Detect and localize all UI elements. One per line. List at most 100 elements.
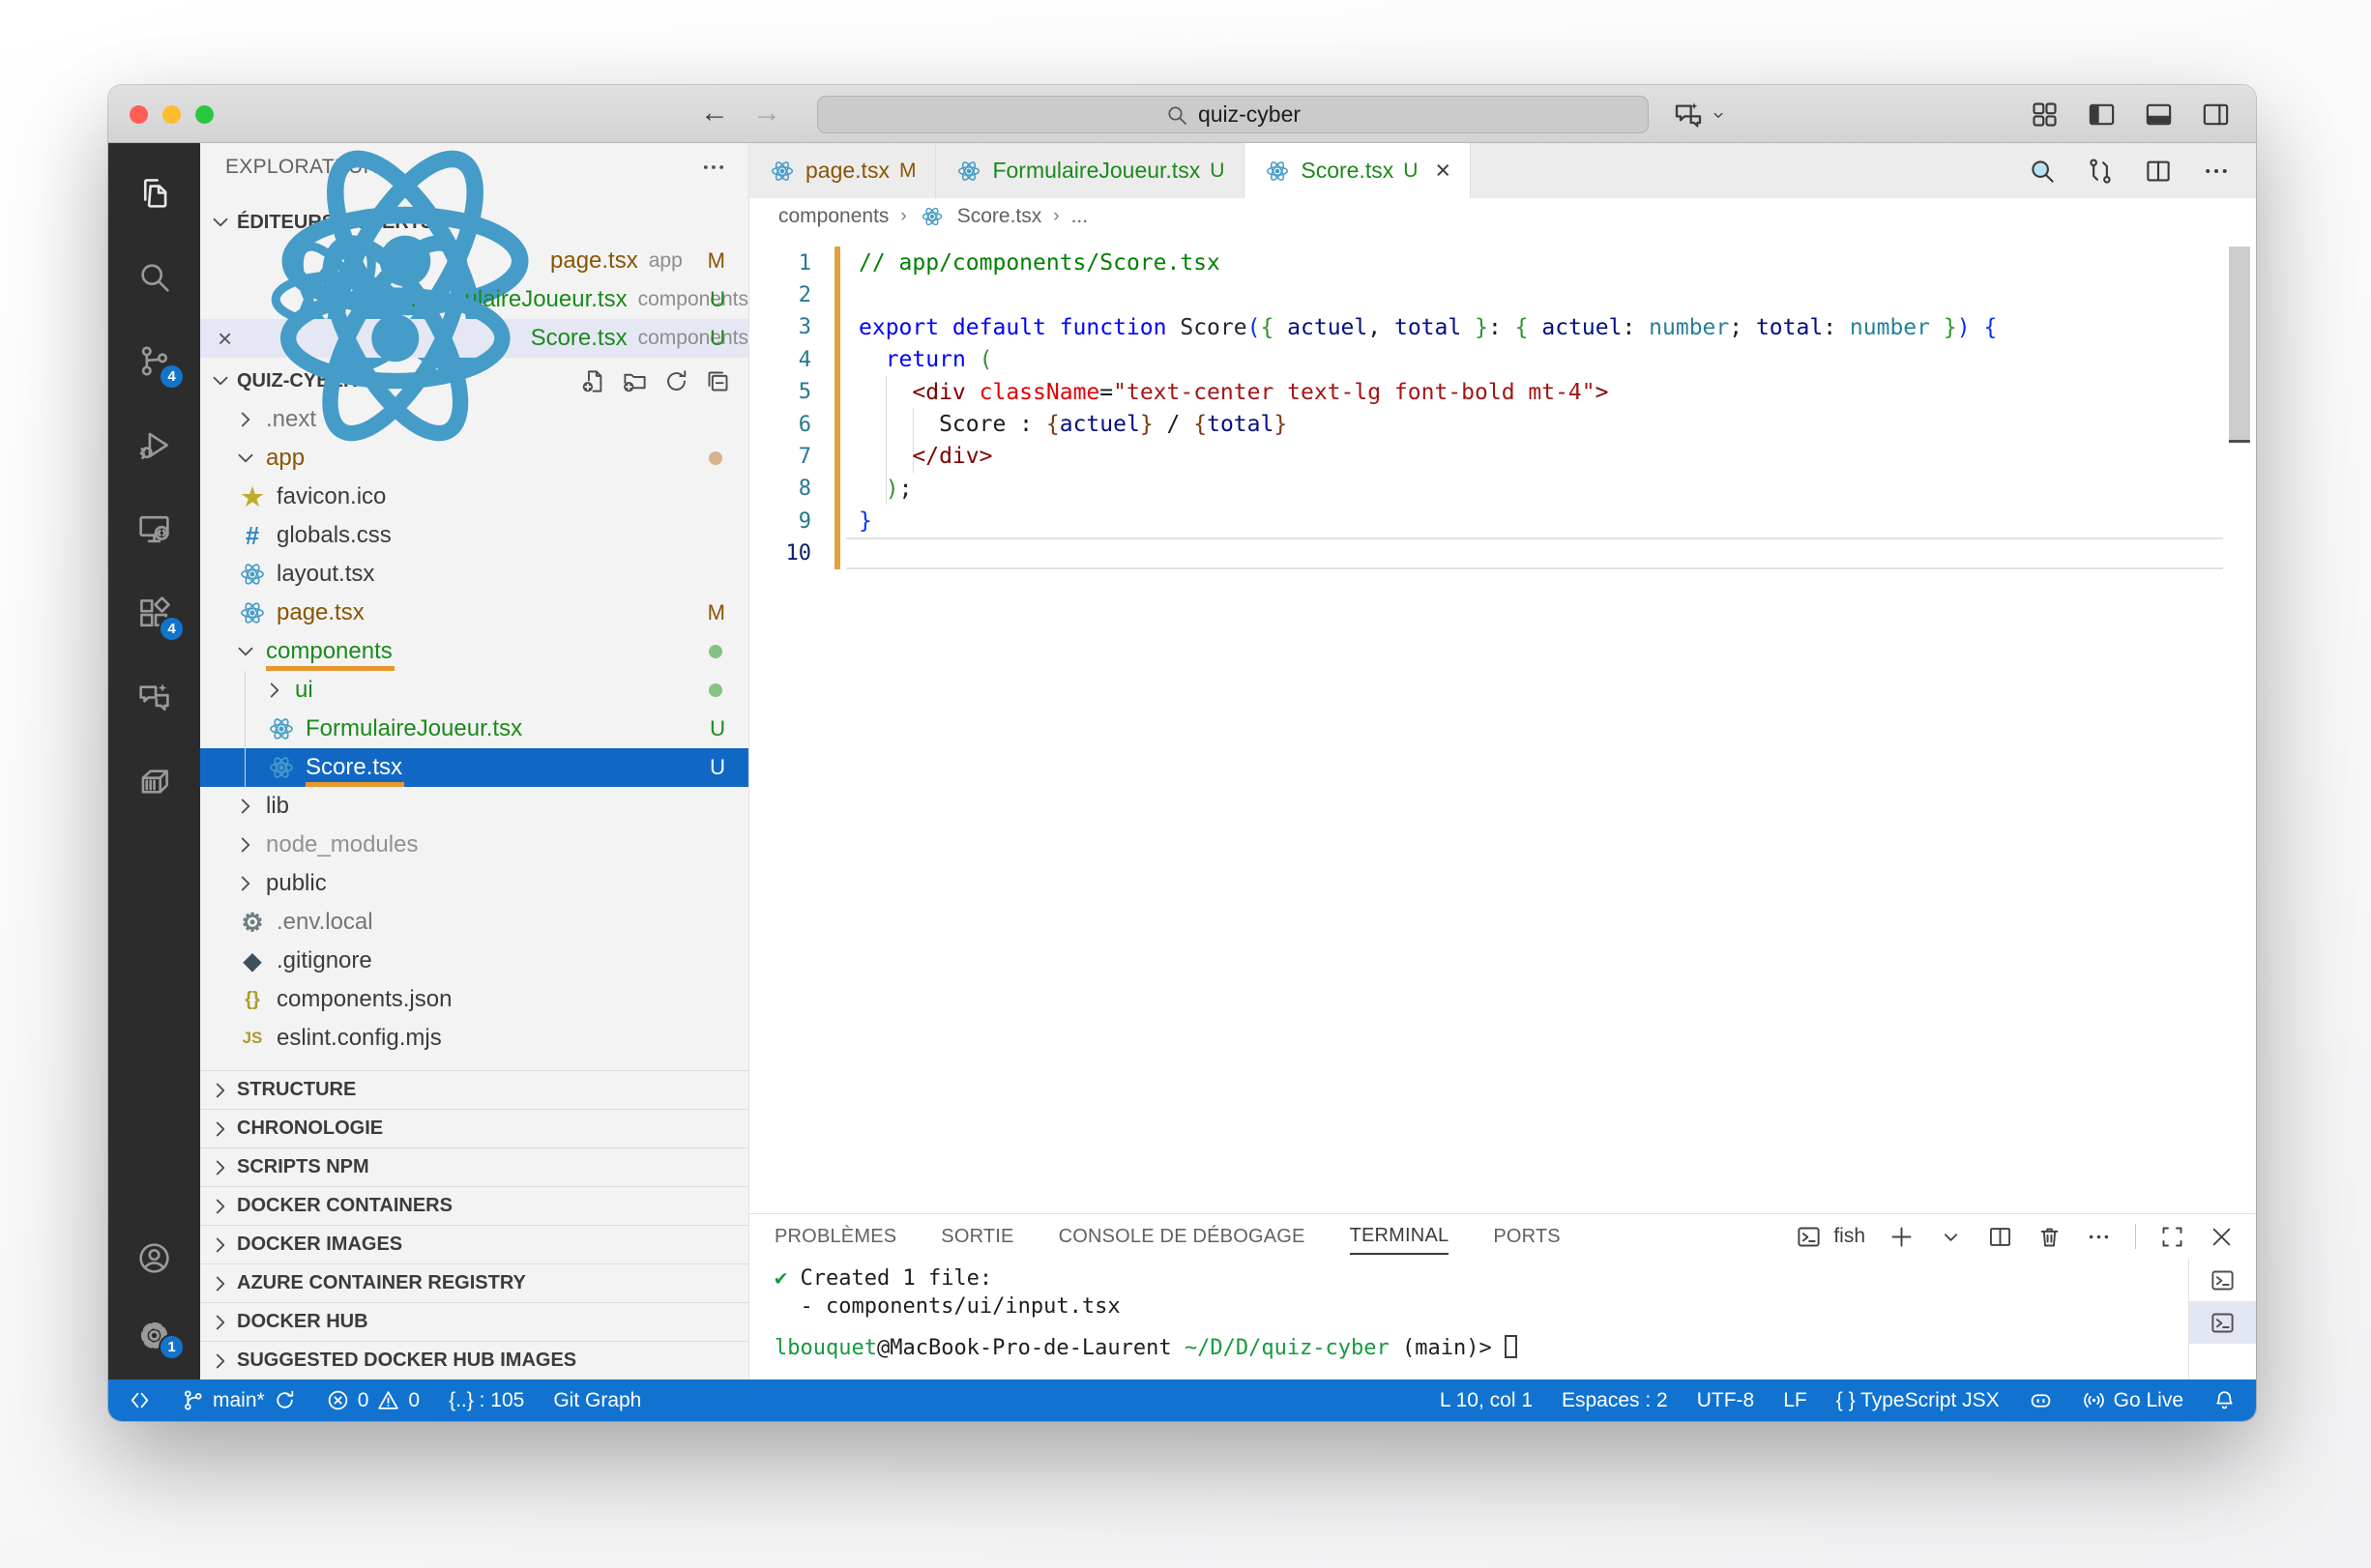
status-item-go-live[interactable]: Go Live	[2082, 1388, 2183, 1412]
split-editor-icon[interactable]	[2144, 157, 2173, 186]
panel-tab-problems[interactable]: PROBLÈMES	[775, 1220, 896, 1254]
panel-tab-terminal[interactable]: TERMINAL	[1350, 1219, 1449, 1255]
toggle-primary-sidebar-icon[interactable]	[2087, 100, 2117, 130]
tree-item-eslint.config.mjs[interactable]: JSeslint.config.mjs	[200, 1019, 748, 1058]
more-actions-icon[interactable]	[700, 154, 727, 181]
new-terminal-icon[interactable]	[1888, 1224, 1915, 1250]
line-number: 6	[749, 413, 811, 437]
close-window-button[interactable]	[130, 105, 148, 124]
zoom-window-button[interactable]	[195, 105, 214, 124]
close-panel-icon[interactable]	[2209, 1224, 2235, 1250]
tree-item-public[interactable]: public	[200, 864, 748, 903]
forward-button[interactable]: →	[752, 97, 781, 130]
tree-item-lib[interactable]: lib	[200, 787, 748, 826]
open-changes-icon[interactable]	[2086, 157, 2115, 186]
tree-item-favicon.ico[interactable]: ★favicon.ico	[200, 478, 748, 516]
tree-item-FormulaireJoueur.tsx[interactable]: FormulaireJoueur.tsxU	[200, 710, 748, 748]
line-number: 9	[749, 509, 811, 534]
status-item-branch[interactable]: main*	[181, 1388, 297, 1412]
back-button[interactable]: ←	[700, 97, 729, 130]
tree-item-globals.css[interactable]: #globals.css	[200, 516, 748, 555]
activity-item-search[interactable]	[108, 235, 200, 319]
terminal-instance-2[interactable]	[2189, 1301, 2256, 1344]
terminal-view[interactable]: ✔ Created 1 file: - components/ui/input.…	[749, 1259, 2256, 1379]
sidebar-section-docker-hub[interactable]: DOCKER HUB	[200, 1302, 748, 1341]
tree-item-Score.tsx[interactable]: Score.tsxU	[200, 748, 748, 787]
new-file-icon[interactable]	[580, 368, 606, 394]
status-item-language-mode[interactable]: { } TypeScript JSX	[1836, 1389, 2000, 1412]
status-item-notifications[interactable]	[2212, 1388, 2237, 1412]
editor-scrollbar[interactable]	[2229, 247, 2250, 440]
status-item-problems[interactable]: 00	[326, 1388, 420, 1412]
editor-search-icon[interactable]	[2028, 157, 2057, 186]
tab-formulairejoueur[interactable]: FormulaireJoueur.tsxU	[936, 143, 1244, 198]
sidebar-section-suggested-docker-hub-images[interactable]: SUGGESTED DOCKER HUB IMAGES	[200, 1341, 748, 1379]
status-item-encoding[interactable]: UTF-8	[1697, 1389, 1755, 1412]
status-item-braces-count[interactable]: {..} : 105	[449, 1389, 524, 1412]
activity-item-docker[interactable]	[108, 740, 200, 824]
tree-item-.env.local[interactable]: ⚙.env.local	[200, 903, 748, 942]
new-folder-icon[interactable]	[622, 368, 648, 394]
tree-item-ui[interactable]: ui	[200, 671, 748, 710]
activity-item-settings[interactable]: 1	[108, 1296, 200, 1374]
tree-item-components.json[interactable]: {}components.json	[200, 980, 748, 1019]
minimize-window-button[interactable]	[162, 105, 181, 124]
kill-terminal-icon[interactable]	[2036, 1224, 2063, 1250]
activity-item-remote-explorer[interactable]	[108, 487, 200, 571]
panel-tab-debug-console[interactable]: CONSOLE DE DÉBOGAGE	[1059, 1220, 1305, 1254]
sidebar-section-docker-containers[interactable]: DOCKER CONTAINERS	[200, 1186, 748, 1225]
activity-item-source-control[interactable]: 4	[108, 319, 200, 403]
toggle-secondary-sidebar-icon[interactable]	[2201, 100, 2231, 130]
panel-tab-ports[interactable]: PORTS	[1493, 1220, 1561, 1254]
status-item-copilot[interactable]	[2029, 1388, 2053, 1412]
status-item-cursor-position[interactable]: L 10, col 1	[1440, 1389, 1533, 1412]
collapse-folders-icon[interactable]	[705, 368, 731, 394]
refresh-explorer-icon[interactable]	[663, 368, 689, 394]
customize-layout-icon[interactable]	[2030, 100, 2060, 130]
sidebar-section-azure-container-registry[interactable]: AZURE CONTAINER REGISTRY	[200, 1263, 748, 1302]
sidebar-section-structure[interactable]: STRUCTURE	[200, 1070, 748, 1109]
activity-item-account[interactable]	[108, 1219, 200, 1296]
tree-item-app[interactable]: app	[200, 439, 748, 478]
tree-item-page.tsx[interactable]: page.tsxM	[200, 594, 748, 632]
tree-item-.next[interactable]: .next	[200, 400, 748, 439]
tree-item-node_modules[interactable]: node_modules	[200, 826, 748, 864]
breadcrumb-item[interactable]: Score.tsx	[957, 205, 1042, 228]
tree-item-layout.tsx[interactable]: layout.tsx	[200, 555, 748, 594]
activity-item-run-debug[interactable]	[108, 403, 200, 487]
command-center-search[interactable]: quiz-cyber	[817, 96, 1649, 133]
copilot-menu[interactable]	[1673, 100, 1727, 131]
tab-page[interactable]: page.tsxM	[749, 143, 936, 198]
status-item-remote[interactable]	[128, 1388, 152, 1412]
tab-score[interactable]: Score.tsxU×	[1244, 143, 1471, 198]
copilot-chat-icon	[1673, 100, 1704, 131]
breadcrumb-item[interactable]: components	[778, 205, 889, 228]
status-item-git-graph[interactable]: Git Graph	[553, 1389, 641, 1412]
toggle-panel-icon[interactable]	[2144, 100, 2174, 130]
code-editor[interactable]: 1// app/components/Score.tsx23export def…	[749, 235, 2256, 1213]
breadcrumb-item[interactable]: ...	[1071, 205, 1089, 228]
tree-item-.gitignore[interactable]: ◆.gitignore	[200, 942, 748, 980]
line-number: 2	[749, 283, 811, 307]
sidebar-section-scripts-npm[interactable]: SCRIPTS NPM	[200, 1147, 748, 1186]
more-actions-icon[interactable]	[2202, 157, 2231, 186]
open-editor-Score.tsx[interactable]: ×Score.tsxcomponentsU	[200, 319, 748, 358]
activity-item-explorer[interactable]	[108, 151, 200, 235]
sidebar-section-chronologie[interactable]: CHRONOLOGIE	[200, 1109, 748, 1147]
sidebar-section-docker-images[interactable]: DOCKER IMAGES	[200, 1225, 748, 1263]
close-icon[interactable]: ×	[1435, 158, 1450, 184]
terminal-instance-1[interactable]	[2189, 1259, 2256, 1301]
close-icon[interactable]: ×	[218, 326, 232, 351]
status-left-group: main* 00 {..} : 105 Git Graph	[128, 1388, 641, 1412]
activity-item-extensions[interactable]: 4	[108, 571, 200, 655]
terminal-profile-dropdown-icon[interactable]	[1938, 1224, 1964, 1250]
activity-item-chat[interactable]	[108, 655, 200, 740]
status-item-indentation[interactable]: Espaces : 2	[1562, 1389, 1668, 1412]
split-terminal-icon[interactable]	[1987, 1224, 2013, 1250]
tree-item-components[interactable]: components	[200, 632, 748, 671]
tree-item-label: page.tsx	[277, 599, 365, 626]
maximize-panel-icon[interactable]	[2159, 1224, 2185, 1250]
panel-tab-output[interactable]: SORTIE	[941, 1220, 1013, 1254]
more-actions-icon[interactable]	[2086, 1224, 2112, 1250]
status-item-eol[interactable]: LF	[1783, 1389, 1807, 1412]
